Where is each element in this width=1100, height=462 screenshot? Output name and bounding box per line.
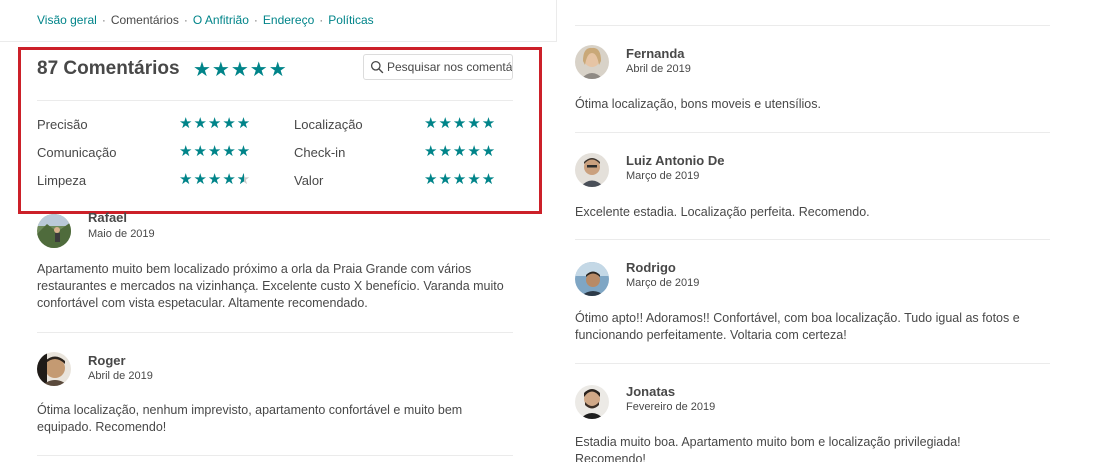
section-nav: Visão geral · Comentários · O Anfitrião · Ende… <box>37 13 374 27</box>
rating-label-accuracy: Precisão <box>37 117 88 132</box>
nav-overview-link[interactable]: Visão geral <box>37 13 97 27</box>
search-icon <box>370 60 384 74</box>
review-item: Fernanda Abril de 2019 Ótima localização… <box>575 45 1055 125</box>
review-item: Jonatas Fevereiro de 2019 Estadia muito … <box>575 383 1055 462</box>
review-date: Maio de 2019 <box>88 228 155 240</box>
search-reviews-box[interactable] <box>363 54 513 80</box>
rating-stars-location: ★★★★★ <box>424 115 497 132</box>
summary-divider <box>37 100 513 101</box>
rating-stars-communication: ★★★★★ <box>179 143 252 160</box>
review-date: Fevereiro de 2019 <box>626 401 716 413</box>
avatar[interactable] <box>575 153 609 187</box>
nav-separator: · <box>253 13 258 27</box>
rating-label-location: Localização <box>294 117 363 132</box>
review-date: Abril de 2019 <box>88 370 153 382</box>
review-text: Ótima localização, nenhum imprevisto, ap… <box>37 403 463 434</box>
nav-separator: · <box>183 13 188 27</box>
reviewer-name: Roger <box>88 353 126 368</box>
avatar[interactable] <box>575 45 609 79</box>
review-divider <box>575 132 1050 133</box>
review-divider <box>575 25 1050 26</box>
avatar[interactable] <box>575 262 609 296</box>
rating-label-checkin: Check-in <box>294 145 346 160</box>
avatar[interactable] <box>37 214 71 248</box>
review-text: Estadia muito boa. Apartamento muito bom… <box>575 435 961 462</box>
overall-rating-stars: ★★★★★ <box>193 59 288 81</box>
review-date: Março de 2019 <box>626 170 700 182</box>
rating-stars-value: ★★★★★ <box>424 171 497 188</box>
review-text: Apartamento muito bem localizado próximo… <box>37 262 504 310</box>
reviewer-name: Fernanda <box>626 46 685 61</box>
review-divider <box>37 332 513 333</box>
review-divider <box>575 363 1050 364</box>
half-star-icon: ★ <box>237 170 251 188</box>
review-text: Ótima localização, bons moveis e utensíl… <box>575 97 821 111</box>
review-text: Excelente estadia. Localização perfeita.… <box>575 205 870 219</box>
review-divider <box>575 239 1050 240</box>
search-reviews-input[interactable] <box>387 55 512 79</box>
review-item: Luiz Antonio De Março de 2019 Excelente … <box>575 152 1055 232</box>
left-column: Visão geral · Comentários · O Anfitrião · Ende… <box>0 0 557 462</box>
rating-label-value: Valor <box>294 173 324 188</box>
review-date: Março de 2019 <box>626 277 700 289</box>
rating-label-communication: Comunicação <box>37 145 117 160</box>
review-item: Roger Abril de 2019 Ótima localização, n… <box>37 352 507 442</box>
reviewer-name: Luiz Antonio De <box>626 153 725 168</box>
nav-divider <box>0 41 557 42</box>
review-item: Rodrigo Março de 2019 Ótimo apto!! Adora… <box>575 259 1055 349</box>
nav-address-link[interactable]: Endereço <box>263 13 314 27</box>
rating-stars-accuracy: ★★★★★ <box>179 115 252 132</box>
rating-stars-checkin: ★★★★★ <box>424 143 497 160</box>
reviews-count-title: 87 Comentários <box>37 58 180 79</box>
avatar[interactable] <box>575 385 609 419</box>
review-text: Ótimo apto!! Adoramos!! Confortável, com… <box>575 311 1020 342</box>
avatar[interactable] <box>37 352 71 386</box>
nav-reviews-current: Comentários <box>110 13 179 27</box>
reviewer-name: Rafael <box>88 210 128 225</box>
nav-separator: · <box>319 13 324 27</box>
reviewer-name: Rodrigo <box>626 260 676 275</box>
review-item: Rafael Maio de 2019 Apartamento muito be… <box>37 210 507 320</box>
right-column: Fernanda Abril de 2019 Ótima localização… <box>540 0 1100 462</box>
rating-stars-cleanliness: ★★★★★ <box>179 170 251 188</box>
nav-policies-link[interactable]: Políticas <box>328 13 373 27</box>
nav-separator: · <box>101 13 106 27</box>
review-date: Abril de 2019 <box>626 63 691 75</box>
review-divider <box>37 455 513 456</box>
rating-label-cleanliness: Limpeza <box>37 173 87 188</box>
nav-host-link[interactable]: O Anfitrião <box>193 13 249 27</box>
reviewer-name: Jonatas <box>626 384 676 399</box>
